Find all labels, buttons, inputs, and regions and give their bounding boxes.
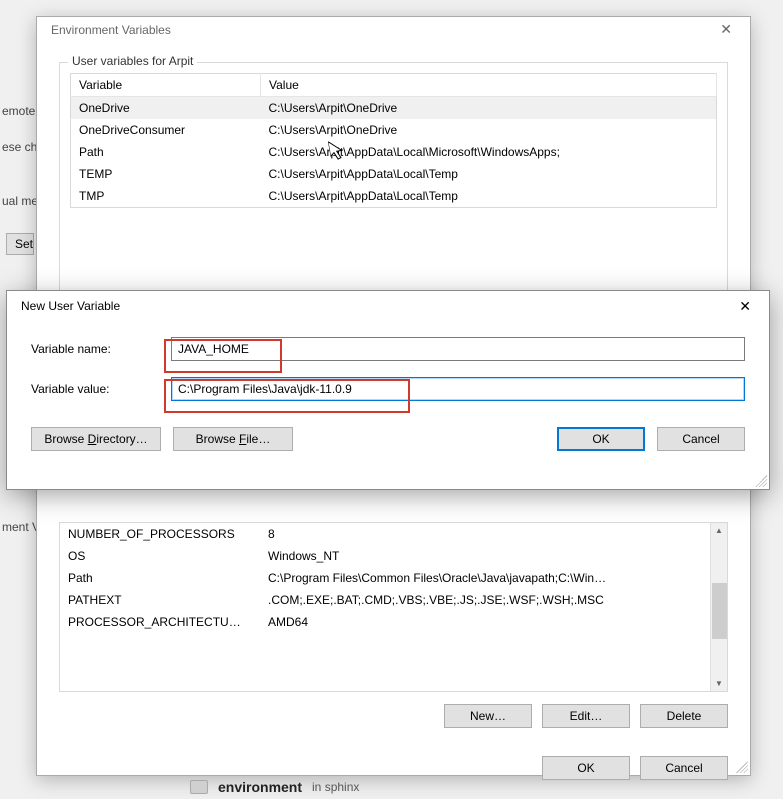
cell-variable: Path — [71, 141, 261, 163]
resize-grip-icon[interactable] — [736, 761, 748, 773]
close-icon[interactable]: ✕ — [729, 294, 761, 319]
table-row[interactable]: Path C:\Program Files\Common Files\Oracl… — [60, 567, 727, 589]
cell-value: C:\Users\Arpit\AppData\Local\Temp — [261, 163, 717, 185]
cell-value: C:\Program Files\Common Files\Oracle\Jav… — [260, 567, 727, 589]
cell-variable: TEMP — [71, 163, 261, 185]
variable-value-label: Variable value: — [31, 382, 171, 396]
cell-variable: PROCESSOR_ARCHITECTU… — [60, 611, 260, 633]
delete-button[interactable]: Delete — [640, 704, 728, 728]
table-row[interactable]: OneDriveConsumer C:\Users\Arpit\OneDrive — [71, 119, 717, 141]
edit-button[interactable]: Edit… — [542, 704, 630, 728]
column-header-variable[interactable]: Variable — [71, 74, 261, 97]
cell-value: .COM;.EXE;.BAT;.CMD;.VBS;.VBE;.JS;.JSE;.… — [260, 589, 727, 611]
bg-label: ual me — [2, 194, 38, 208]
footer-fragment: environment in sphinx — [190, 779, 359, 795]
bg-label: ese ch — [2, 140, 37, 154]
variable-name-label: Variable name: — [31, 342, 171, 356]
table-row[interactable]: OS Windows_NT — [60, 545, 727, 567]
system-buttons: New… Edit… Delete — [59, 704, 728, 728]
browse-directory-button[interactable]: Browse Directory… — [31, 427, 161, 451]
ok-button[interactable]: OK — [557, 427, 645, 451]
new-user-variable-dialog: New User Variable ✕ Variable name: Varia… — [6, 290, 770, 490]
system-variables-list[interactable]: NUMBER_OF_PROCESSORS 8 OS Windows_NT Pat… — [59, 522, 728, 692]
scroll-thumb[interactable] — [712, 583, 727, 639]
bg-set-button[interactable]: Set — [6, 233, 34, 255]
cell-variable: OneDriveConsumer — [71, 119, 261, 141]
cell-variable: OS — [60, 545, 260, 567]
dialog-title: New User Variable — [21, 299, 120, 313]
bg-label: ment V — [2, 520, 40, 534]
scroll-down-icon[interactable]: ▼ — [715, 676, 723, 691]
cell-value: C:\Users\Arpit\OneDrive — [261, 97, 717, 120]
table-row[interactable]: PATHEXT .COM;.EXE;.BAT;.CMD;.VBS;.VBE;.J… — [60, 589, 727, 611]
cell-value: C:\Users\Arpit\OneDrive — [261, 119, 717, 141]
footer-subtitle: in sphinx — [312, 780, 359, 794]
table-row[interactable]: OneDrive C:\Users\Arpit\OneDrive — [71, 97, 717, 120]
cell-value: 8 — [260, 523, 727, 545]
titlebar: Environment Variables ✕ — [37, 17, 750, 42]
titlebar: New User Variable ✕ — [7, 291, 769, 321]
table-row[interactable]: Path C:\Users\Arpit\AppData\Local\Micros… — [71, 141, 717, 163]
cell-variable: Path — [60, 567, 260, 589]
ok-button[interactable]: OK — [542, 756, 630, 780]
cell-value: AMD64 — [260, 611, 727, 633]
table-row[interactable]: PROCESSOR_ARCHITECTU… AMD64 — [60, 611, 727, 633]
column-header-value[interactable]: Value — [261, 74, 717, 97]
cell-variable: PATHEXT — [60, 589, 260, 611]
close-icon[interactable]: ✕ — [710, 17, 742, 42]
dialog-buttons: OK Cancel — [37, 742, 750, 794]
table-row[interactable]: NUMBER_OF_PROCESSORS 8 — [60, 523, 727, 545]
cell-value: C:\Users\Arpit\AppData\Local\Temp — [261, 185, 717, 208]
cancel-button[interactable]: Cancel — [640, 756, 728, 780]
browse-file-button[interactable]: Browse File… — [173, 427, 293, 451]
table-row[interactable]: TEMP C:\Users\Arpit\AppData\Local\Temp — [71, 163, 717, 185]
variable-name-input[interactable] — [171, 337, 745, 361]
cell-variable: TMP — [71, 185, 261, 208]
group-legend: User variables for Arpit — [68, 54, 197, 68]
cell-value: C:\Users\Arpit\AppData\Local\Microsoft\W… — [261, 141, 717, 163]
resize-grip-icon[interactable] — [755, 475, 767, 487]
cell-variable: OneDrive — [71, 97, 261, 120]
new-button[interactable]: New… — [444, 704, 532, 728]
bg-label: emote — [2, 104, 35, 118]
folder-icon — [190, 780, 208, 794]
footer-title: environment — [218, 779, 302, 795]
variable-value-input[interactable] — [171, 377, 745, 401]
user-variables-table[interactable]: Variable Value OneDrive C:\Users\Arpit\O… — [70, 73, 717, 208]
scroll-up-icon[interactable]: ▲ — [715, 523, 723, 538]
cell-value: Windows_NT — [260, 545, 727, 567]
cancel-button[interactable]: Cancel — [657, 427, 745, 451]
window-title: Environment Variables — [51, 23, 171, 37]
scrollbar[interactable]: ▲ ▼ — [710, 523, 727, 691]
cell-variable: NUMBER_OF_PROCESSORS — [60, 523, 260, 545]
table-row[interactable]: TMP C:\Users\Arpit\AppData\Local\Temp — [71, 185, 717, 208]
